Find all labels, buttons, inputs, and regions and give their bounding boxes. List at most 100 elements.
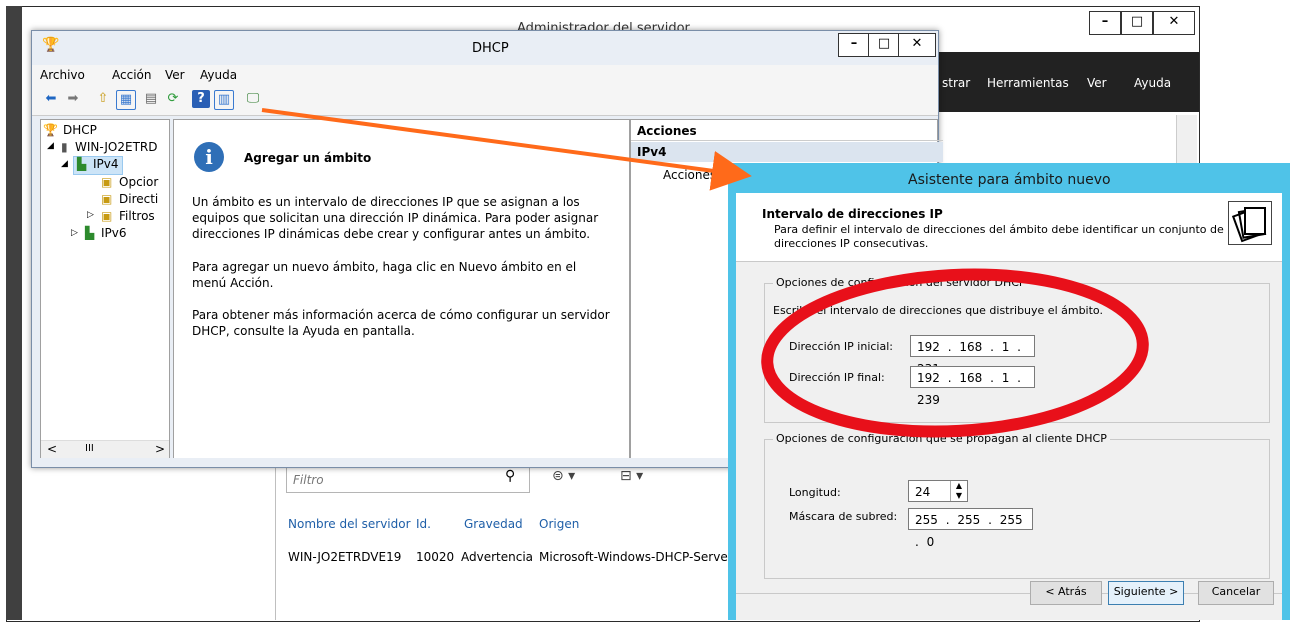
search-icon[interactable]: ⚲ — [505, 468, 515, 484]
dhcp-titlebar: 🏆 DHCP – □ ✕ — [32, 31, 938, 65]
client-config-label: Opciones de configuración que se propaga… — [773, 432, 1110, 445]
menu-archivo[interactable]: Archivo — [40, 68, 85, 82]
tree-root-dhcp[interactable]: DHCP — [63, 123, 97, 137]
tree-filters[interactable]: Filtros — [119, 209, 155, 223]
back-button[interactable]: < Atrás — [1030, 581, 1102, 605]
refresh-icon[interactable]: ⟳ — [164, 90, 182, 108]
length-value: 24 — [915, 485, 931, 499]
event-id[interactable]: 10020 — [416, 550, 454, 564]
client-config-group: Opciones de configuración que se propaga… — [764, 432, 1270, 579]
mask-label: Máscara de subred: — [789, 510, 898, 523]
info-paragraph-1: Un ámbito es un intervalo de direcciones… — [192, 195, 599, 241]
tree-horizontal-scrollbar[interactable]: < III > — [41, 440, 169, 458]
wizard-body: Intervalo de direcciones IP Para definir… — [736, 193, 1282, 620]
policies-icon: ▣ — [101, 192, 113, 206]
menu-ayuda[interactable]: Ayuda — [200, 68, 237, 82]
event-severity[interactable]: Advertencia — [461, 550, 533, 564]
wizard-heading: Intervalo de direcciones IP — [762, 207, 943, 221]
scroll-right-icon[interactable]: > — [155, 442, 165, 456]
next-button[interactable]: Siguiente > — [1108, 581, 1184, 605]
up-folder-icon[interactable]: ⇧ — [94, 90, 112, 108]
dhcp-close-button[interactable]: ✕ — [898, 33, 936, 57]
filter-placeholder: Filtro — [293, 473, 324, 487]
results-pane: i Agregar un ámbito Un ámbito es un inte… — [173, 119, 630, 459]
server-icon: ▮ — [61, 140, 68, 154]
tree-policies[interactable]: Directi — [119, 192, 158, 206]
tree-dhcp-icon: 🏆 — [43, 123, 58, 137]
info-heading: Agregar un ámbito — [244, 151, 372, 165]
col-source[interactable]: Origen — [539, 517, 579, 531]
wizard-scope-icon — [1228, 201, 1272, 245]
dhcp-maximize-button[interactable]: □ — [868, 33, 900, 57]
dhcp-toolbar: ⬅ ➡ ⇧ ▦ ▤ ⟳ ? ▥ 🖵 — [32, 85, 938, 116]
filter-input[interactable]: Filtro — [286, 467, 530, 493]
back-icon[interactable]: ⬅ — [42, 90, 60, 108]
action-pane-icon[interactable]: ▥ — [214, 90, 234, 110]
wizard-title: Asistente para ámbito nuevo — [908, 172, 1111, 188]
properties-icon[interactable]: ▤ — [142, 90, 160, 108]
save-query-icon[interactable]: ⊟ ▾ — [620, 468, 643, 484]
actions-more[interactable]: Acciones ad — [663, 168, 735, 182]
sm-menu-help[interactable]: Ayuda — [1134, 76, 1171, 90]
console-tree: 🏆 DHCP ◢ ▮ WIN-JO2ETRD ◢ ▙ IPv4 ▣ Opcior… — [40, 119, 170, 459]
start-ip-label: Dirección IP inicial: — [789, 340, 893, 353]
options-icon: ▣ — [101, 175, 113, 189]
sm-menu-tools[interactable]: Herramientas — [987, 76, 1069, 90]
range-description: Escriba el intervalo de direcciones que … — [773, 304, 1103, 317]
ipv6-icon: ▙ — [85, 226, 95, 240]
new-scope-wizard: Asistente para ámbito nuevo Intervalo de… — [728, 163, 1290, 620]
menu-accion[interactable]: Acción — [112, 68, 151, 82]
length-stepper[interactable]: 24 ▲ ▼ — [908, 480, 968, 502]
tree-collapse-filters-icon[interactable]: ▷ — [87, 210, 94, 220]
server-config-group: Opciones de configuración del servidor D… — [764, 276, 1270, 423]
sm-menu-view[interactable]: Ver — [1087, 76, 1107, 90]
info-paragraph-2: Para agregar un nuevo ámbito, haga clic … — [192, 260, 577, 290]
sm-left-strip — [6, 6, 22, 620]
spin-arrows-icon[interactable]: ▲ ▼ — [950, 481, 967, 501]
subnet-mask-input[interactable]: 255 . 255 . 255 . 0 — [908, 508, 1033, 549]
sm-menu-manage[interactable]: strar — [942, 76, 970, 90]
cancel-button[interactable]: Cancelar — [1198, 581, 1274, 605]
list-options-icon[interactable]: ⊜ ▾ — [552, 468, 575, 484]
col-severity[interactable]: Gravedad — [464, 517, 523, 531]
event-server[interactable]: WIN-JO2ETRDVE19 — [288, 550, 401, 564]
show-tree-icon[interactable]: ▦ — [116, 90, 136, 110]
tree-expand-ipv4-icon[interactable]: ◢ — [61, 159, 68, 169]
dhcp-menubar: Archivo Acción Ver Ayuda — [32, 65, 938, 85]
start-ip-input[interactable]: 192 . 168 . 1 . 231 — [910, 335, 1035, 376]
menu-ver[interactable]: Ver — [165, 68, 185, 82]
info-paragraph-3: Para obtener más información acerca de c… — [192, 308, 610, 338]
length-label: Longitud: — [789, 486, 841, 499]
server-config-label: Opciones de configuración del servidor D… — [773, 276, 1029, 289]
wizard-header: Intervalo de direcciones IP Para definir… — [736, 193, 1282, 262]
tree-collapse-ipv6-icon[interactable]: ▷ — [71, 228, 78, 238]
sm-close-button[interactable]: ✕ — [1153, 11, 1195, 35]
info-icon: i — [194, 142, 224, 172]
dhcp-title: DHCP — [472, 41, 509, 56]
scroll-left-icon[interactable]: < — [47, 442, 57, 456]
end-ip-input[interactable]: 192 . 168 . 1 . 239 — [910, 366, 1035, 407]
end-ip-label: Dirección IP final: — [789, 371, 885, 384]
help-icon[interactable]: ? — [192, 90, 210, 108]
tree-ipv6[interactable]: IPv6 — [101, 226, 127, 240]
forward-icon[interactable]: ➡ — [64, 90, 82, 108]
monitor-icon[interactable]: 🖵 — [244, 90, 262, 108]
tree-ipv4[interactable]: IPv4 — [93, 157, 119, 171]
col-server-name[interactable]: Nombre del servidor — [288, 517, 411, 531]
actions-header: Acciones — [631, 120, 943, 141]
sm-maximize-button[interactable]: □ — [1121, 11, 1153, 35]
tree-server[interactable]: WIN-JO2ETRD — [75, 140, 158, 154]
tree-expand-icon[interactable]: ◢ — [47, 141, 54, 151]
event-source[interactable]: Microsoft-Windows-DHCP-Server — [539, 550, 733, 564]
actions-section-ipv4[interactable]: IPv4 — [631, 142, 943, 162]
col-id[interactable]: Id. — [416, 517, 431, 531]
ipv4-icon: ▙ — [77, 157, 87, 171]
scroll-thumb[interactable]: III — [85, 443, 94, 454]
filters-icon: ▣ — [101, 209, 113, 223]
dhcp-minimize-button[interactable]: – — [838, 33, 870, 57]
wizard-subheading: Para definir el intervalo de direcciones… — [774, 223, 1224, 250]
dhcp-app-icon: 🏆 — [42, 37, 60, 53]
sm-minimize-button[interactable]: – — [1089, 11, 1121, 35]
tree-options[interactable]: Opcior — [119, 175, 158, 189]
server-manager-menubar: strar Herramientas Ver Ayuda — [927, 52, 1199, 112]
